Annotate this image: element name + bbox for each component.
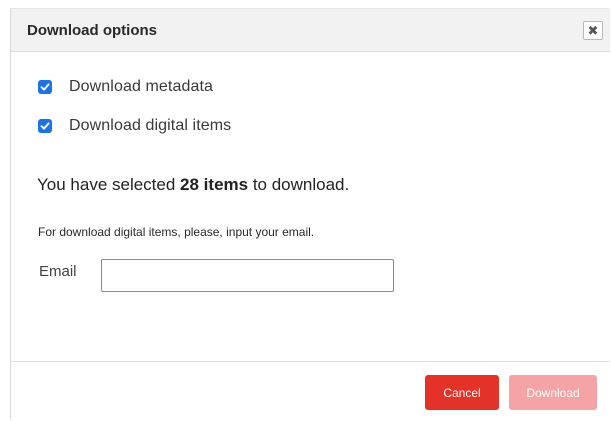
selection-summary: You have selected 28 items to download. [37,175,349,195]
metadata-checkbox[interactable] [38,80,52,94]
download-options-dialog: Download options ✖ Download metadata Dow… [10,8,610,419]
digital-items-checkbox[interactable] [38,119,52,133]
metadata-label: Download metadata [69,78,214,95]
option-download-digital-items[interactable]: Download digital items [38,117,231,135]
dialog-title: Download options [27,22,157,39]
download-button[interactable]: Download [509,375,597,410]
email-instruction: For download digital items, please, inpu… [38,225,315,239]
dialog-header: Download options ✖ [11,9,610,52]
close-icon: ✖ [587,22,599,38]
digital-items-label: Download digital items [69,117,232,134]
checkmark-icon [40,83,50,91]
email-input[interactable] [101,259,394,292]
footer-divider [11,361,610,362]
email-label: Email [39,263,77,280]
selected-count: 28 items [180,175,249,194]
cancel-button[interactable]: Cancel [425,375,499,410]
summary-prefix: You have selected [37,175,181,194]
option-download-metadata[interactable]: Download metadata [38,78,213,96]
summary-suffix: to download. [248,175,350,194]
close-button[interactable]: ✖ [583,21,603,40]
checkmark-icon [40,122,50,130]
